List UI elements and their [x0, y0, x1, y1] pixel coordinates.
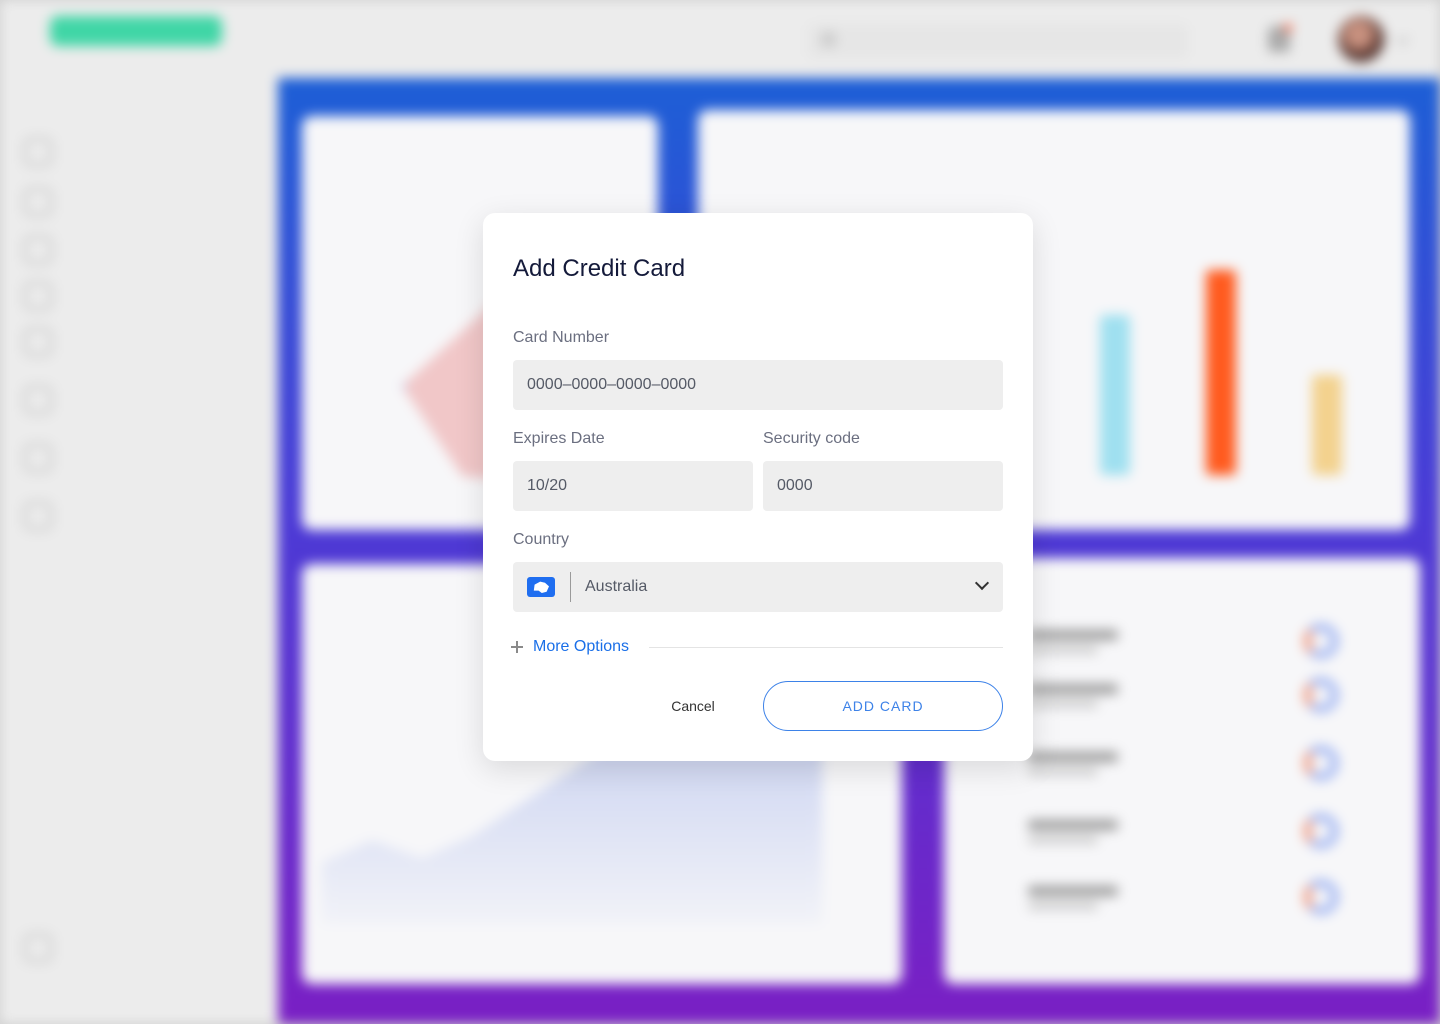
donut-icon — [1304, 678, 1338, 712]
nav-icon — [24, 282, 52, 310]
australia-flag-icon — [527, 577, 555, 597]
divider — [649, 646, 1003, 648]
cancel-button[interactable]: Cancel — [653, 693, 733, 719]
sidebar-item — [24, 236, 52, 264]
sidebar-item — [24, 934, 52, 962]
country-select[interactable]: Australia — [513, 562, 1003, 612]
notification-dot — [1284, 24, 1292, 32]
chart-bar — [1312, 375, 1342, 475]
expires-date-label: Expires Date — [513, 430, 605, 447]
chevron-down-icon — [1396, 32, 1409, 45]
sidebar — [0, 80, 278, 1024]
security-code-field[interactable]: 0000 — [763, 461, 1003, 511]
add-credit-card-dialog: Add Credit Card Card Number 0000–0000–00… — [483, 213, 1033, 761]
nav-icon — [24, 328, 52, 356]
card-number-field[interactable]: 0000–0000–0000–0000 — [513, 360, 1003, 410]
list-item — [1028, 880, 1408, 918]
sidebar-item — [24, 386, 52, 414]
nav-icon — [24, 386, 52, 414]
country-label: Country — [513, 531, 570, 548]
nav-icon — [24, 502, 52, 530]
country-value: Australia — [585, 578, 648, 595]
avatar — [1338, 16, 1384, 62]
more-options-link[interactable]: More Options — [533, 638, 629, 656]
add-card-button[interactable]: ADD CARD — [763, 681, 1003, 731]
search-bar — [808, 24, 1188, 58]
sidebar-item — [24, 328, 52, 356]
nav-icon — [24, 188, 52, 216]
donut-icon — [1304, 624, 1338, 658]
chart-bar — [1100, 315, 1130, 475]
expires-date-value: 10/20 — [527, 477, 568, 494]
card-number-label: Card Number — [513, 329, 610, 346]
nav-icon — [24, 444, 52, 472]
donut-icon — [1304, 880, 1338, 914]
more-options-row: More Options — [511, 637, 1003, 657]
chevron-down-icon[interactable] — [974, 575, 990, 591]
sidebar-item — [24, 188, 52, 216]
donut-icon — [1304, 746, 1338, 780]
sidebar-item — [24, 444, 52, 472]
bell-icon — [1268, 24, 1292, 52]
nav-icon — [24, 138, 52, 166]
dialog-title: Add Credit Card — [513, 255, 686, 282]
list-item — [1028, 624, 1408, 662]
plus-icon[interactable] — [511, 641, 523, 653]
sidebar-item — [24, 138, 52, 166]
sidebar-item — [24, 282, 52, 310]
expires-date-field[interactable]: 10/20 — [513, 461, 753, 511]
nav-icon — [24, 934, 52, 962]
security-code-label: Security code — [763, 430, 860, 447]
security-code-value: 0000 — [777, 477, 813, 494]
app-logo — [50, 16, 222, 46]
nav-icon — [24, 236, 52, 264]
divider — [570, 572, 571, 602]
chart-bar — [1206, 270, 1236, 475]
list-item — [1028, 814, 1408, 852]
card-number-value: 0000–0000–0000–0000 — [527, 376, 697, 393]
list-item — [1028, 746, 1408, 784]
search-icon — [822, 33, 835, 46]
sidebar-item — [24, 502, 52, 530]
donut-icon — [1304, 814, 1338, 848]
list-item — [1028, 678, 1408, 716]
